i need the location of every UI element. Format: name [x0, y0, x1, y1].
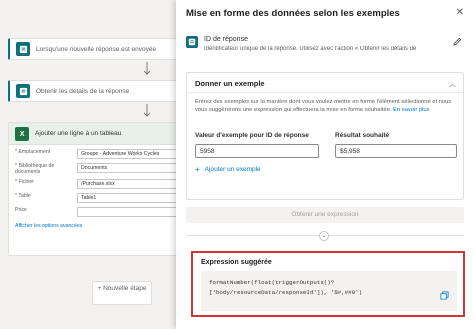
desired-result-input[interactable]: $5,958 — [335, 144, 457, 158]
new-step-button[interactable]: + Nouvelle étape — [92, 281, 152, 305]
table-field[interactable]: Table1 — [77, 193, 191, 203]
expression-code[interactable]: formatNumber(float(triggerOutputs()? ['b… — [201, 271, 457, 311]
excel-add-row-step[interactable]: X Ajouter une ligne à un tableau * Empla… — [8, 122, 198, 256]
get-expression-button[interactable]: Obtenir une expression — [186, 207, 464, 223]
location-field[interactable]: Groupe - Adventure Works Cycles — [77, 149, 191, 159]
svg-text:X: X — [19, 129, 24, 138]
chevron-up-icon[interactable]: ︿ — [449, 79, 456, 89]
plus-icon: + — [195, 165, 200, 174]
field-row-table: * Table Table1 — [15, 193, 191, 203]
example-heading[interactable]: Donner un exemple — [187, 73, 463, 93]
token-name: ID de réponse — [204, 36, 248, 43]
field-label: * Emplacement — [15, 149, 51, 155]
sample-value-label: Valeur d'exemple pour ID de réponse — [195, 132, 309, 139]
trigger-step[interactable]: Lorsqu'une nouvelle réponse est envoyée — [8, 38, 198, 60]
field-row-price: Price — [15, 207, 191, 217]
suggested-expression-box: Expression suggérée formatNumber(float(t… — [191, 251, 465, 317]
arrow-down-icon — [142, 104, 152, 118]
copy-icon[interactable] — [440, 291, 449, 300]
forms-icon — [16, 84, 30, 98]
token-description: Identificateur unique de la réponse. Uti… — [204, 46, 417, 52]
forms-icon — [16, 42, 30, 56]
field-label: Price — [15, 207, 27, 213]
library-field[interactable]: Documents — [77, 163, 191, 173]
excel-step-header[interactable]: X Ajouter une ligne à un tableau — [9, 123, 197, 145]
add-example-label: Ajouter un exemple — [204, 166, 261, 173]
chevron-down-icon: ⌄ — [319, 231, 329, 241]
get-details-step[interactable]: Obtenir les détails de la réponse — [8, 80, 198, 102]
field-label: * Fichier — [15, 179, 35, 185]
excel-icon: X — [15, 126, 29, 141]
field-label: * Bibliothèque de documents — [15, 163, 55, 175]
give-example-card: Donner un exemple ︿ Entrez des exemples … — [186, 72, 464, 200]
sample-value-input[interactable]: 5958 — [195, 144, 319, 158]
price-field[interactable] — [77, 207, 191, 217]
example-column-labels: Valeur d'exemple pour ID de réponse Résu… — [195, 132, 457, 139]
learn-more-link[interactable]: En savoir plus — [393, 107, 429, 113]
show-advanced-link[interactable]: Afficher les options avancées — [15, 223, 197, 229]
file-field[interactable]: /Purchase.xlsx — [77, 179, 191, 189]
selected-token: ID de réponse Identificateur unique de l… — [186, 34, 464, 64]
code-line: ['body/resourceData/responseId']), '$#,#… — [209, 289, 363, 296]
field-row-file: * Fichier /Purchase.xlsx — [15, 179, 191, 189]
code-line: formatNumber(float(triggerOutputs()? — [209, 279, 335, 286]
pencil-icon[interactable] — [453, 37, 462, 46]
excel-step-title: Ajouter une ligne à un tableau — [35, 130, 122, 137]
field-row-library: * Bibliothèque de documents Documents — [15, 163, 191, 175]
arrow-down-icon — [142, 62, 152, 76]
desired-result-label: Résultat souhaité — [335, 132, 390, 139]
field-row-location: * Emplacement Groupe - Adventure Works C… — [15, 149, 191, 159]
example-instructions: Entrez des exemples sur la manière dont … — [187, 93, 463, 120]
forms-icon — [186, 36, 198, 48]
panel-title: Mise en forme des données selon les exem… — [186, 8, 400, 19]
suggested-expression-title: Expression suggérée — [201, 259, 272, 266]
close-icon[interactable]: ✕ — [456, 7, 464, 18]
field-label: * Table — [15, 193, 31, 199]
get-details-step-label: Obtenir les détails de la réponse — [36, 87, 130, 95]
add-example-button[interactable]: + Ajouter un exemple — [195, 165, 261, 174]
trigger-step-label: Lorsqu'une nouvelle réponse est envoyée — [36, 45, 157, 53]
